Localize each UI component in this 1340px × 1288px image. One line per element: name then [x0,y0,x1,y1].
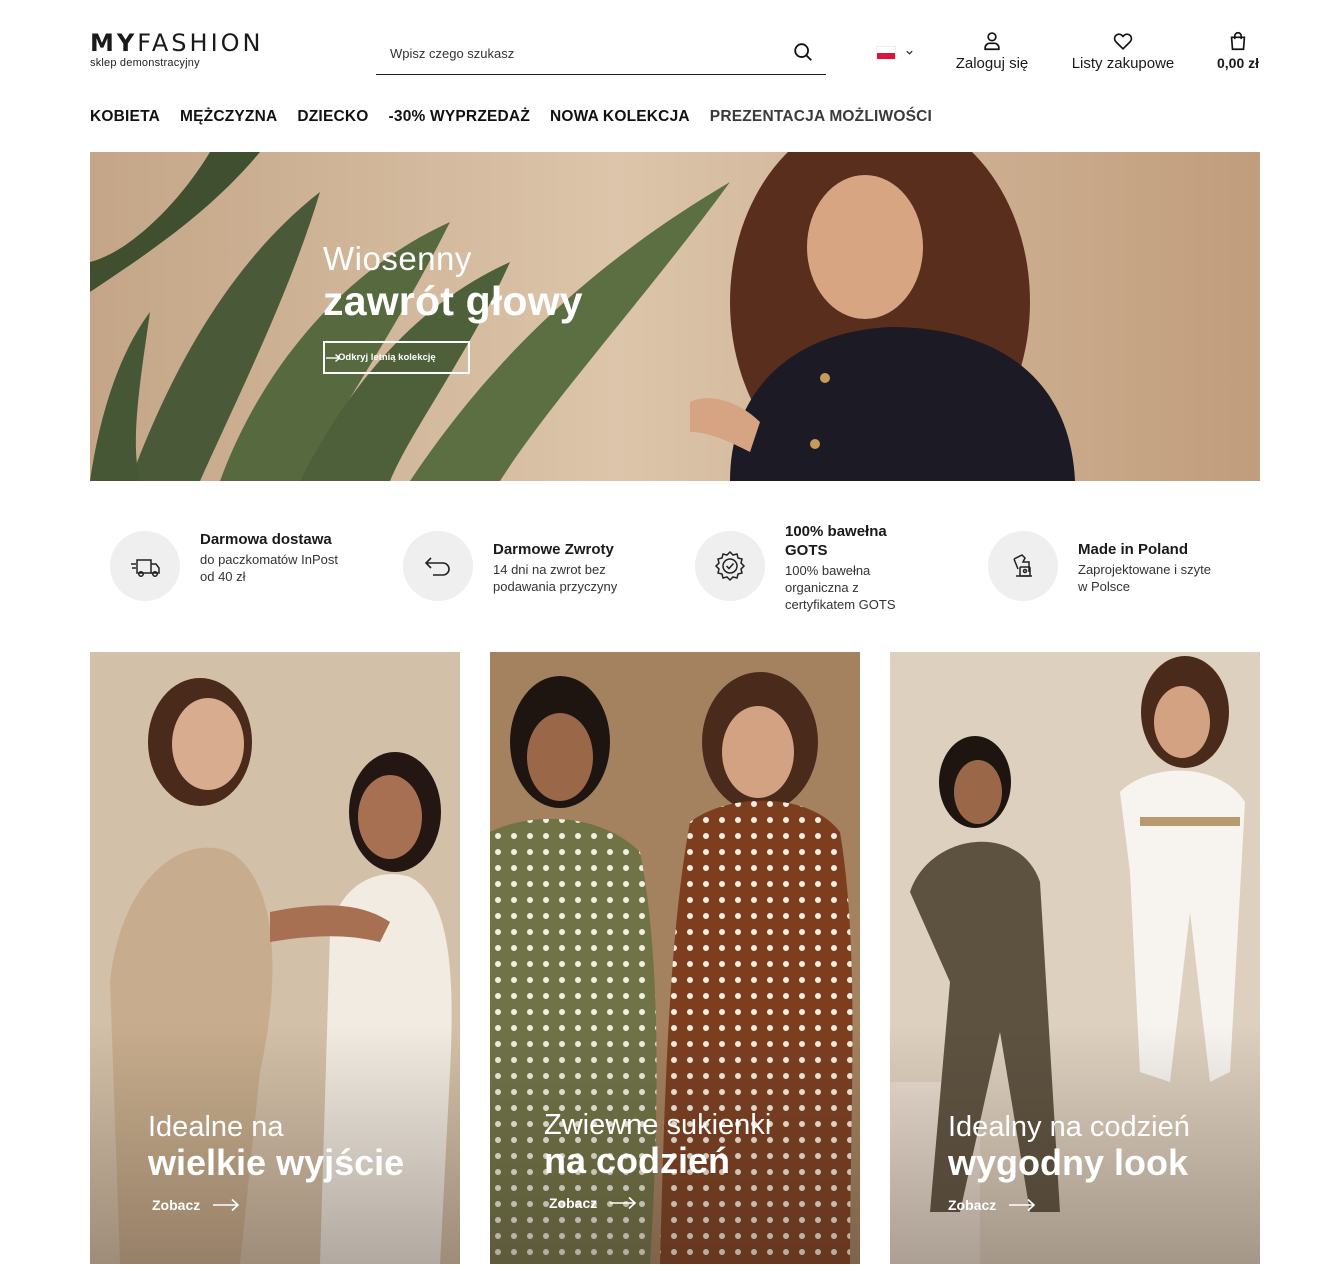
cart-link[interactable]: 0,00 zł [1212,30,1264,71]
feature-icon-circle [695,531,765,601]
hero-banner[interactable]: Wiosenny zawrót głowy Odkryj letnią kole… [90,152,1260,481]
promo-card-heading: Idealny na codzień wygodny look [948,1110,1190,1182]
feature-description: 14 dni na zwrot bez podawania przyczyny [493,562,618,594]
main-navigation: KOBIETA MĘŻCZYZNA DZIECKO -30% WYPRZEDAŻ… [90,108,952,130]
search-bar [376,34,826,75]
language-selector[interactable] [876,46,918,60]
feature-icon-circle [403,531,473,601]
features-bar: Darmowa dostawa do paczkomatów InPost od… [110,520,1260,620]
search-icon[interactable] [792,41,814,63]
discover-collection-label: Odkryj letnią kolekcję [338,352,436,363]
nav-item-features-presentation[interactable]: PREZENTACJA MOŻLIWOŚCI [710,108,932,130]
see-more-label: Zobacz [948,1197,997,1213]
promo-card-line-2: wielkie wyjście [148,1142,405,1183]
see-more-button[interactable]: Zobacz [549,1195,637,1211]
hero-line-1: Wiosenny [323,240,472,277]
see-more-label: Zobacz [549,1195,598,1211]
promo-card-evening[interactable]: Idealne na wielkie wyjście Zobacz [90,652,460,1264]
feature-title: Darmowa dostawa [200,531,332,548]
poland-flag-icon [876,46,896,59]
feature-title: Made in Poland [1078,541,1189,558]
promo-card-line-1: Idealne na [148,1111,284,1143]
promo-card-line-2: wygodny look [948,1142,1189,1183]
heart-icon [1113,33,1133,50]
feature-description: 100% bawełna organiczna z certyfikatem G… [785,563,896,612]
logo-subtitle: sklep demonstracyjny [90,57,200,69]
promo-card-line-1: Idealny na codzień [948,1111,1190,1143]
promo-card-casual[interactable]: Idealny na codzień wygodny look Zobacz [890,652,1260,1264]
return-arrow-icon [424,557,450,576]
feature-title: Darmowe Zwroty [493,541,614,558]
arrow-right-icon [610,1196,637,1210]
nav-item-sale[interactable]: -30% WYPRZEDAŻ [389,108,530,130]
shopping-lists-label: Listy zakupowe [1071,55,1175,72]
promo-card-heading: Zwiewne sukienki na codzień [544,1108,771,1180]
chevron-down-icon [906,50,913,55]
feature-title: 100% bawełna GOTS [785,523,887,559]
feature-icon-circle [988,531,1058,601]
site-header: MYFASHION sklep demonstracyjny Zaloguj s… [0,0,1340,100]
feature-icon-circle [110,531,180,601]
promo-card-heading: Idealne na wielkie wyjście [148,1110,404,1182]
see-more-label: Zobacz [152,1197,201,1213]
certificate-badge-icon [714,550,746,582]
promo-card-line-2: na codzień [544,1140,731,1181]
login-link[interactable]: Zaloguj się [950,30,1034,72]
feature-description: do paczkomatów InPost od 40 zł [200,552,339,584]
search-input[interactable] [390,40,780,66]
discover-collection-button[interactable]: Odkryj letnią kolekcję [323,341,470,374]
shopping-lists-link[interactable]: Listy zakupowe [1066,30,1180,72]
feature-description: Zaprojektowane i szyte w Polsce [1078,562,1211,594]
login-label: Zaloguj się [955,55,1029,72]
nav-item-new-collection[interactable]: NOWA KOLEKCJA [550,108,690,130]
arrow-right-icon [326,353,341,363]
promo-card-dresses[interactable]: Zwiewne sukienki na codzień Zobacz [490,652,860,1264]
arrow-right-icon [1009,1198,1036,1212]
see-more-button[interactable]: Zobacz [948,1197,1036,1213]
cart-total: 0,00 zł [1216,55,1260,71]
delivery-truck-icon [131,559,160,577]
sewing-machine-icon [1013,554,1032,577]
arrow-right-icon [213,1198,240,1212]
promo-card-line-1: Zwiewne sukienki [544,1109,772,1141]
logo-wordmark: MYFASHION [90,29,264,57]
nav-item-women[interactable]: KOBIETA [90,108,160,130]
hero-image [90,152,1260,481]
shopping-bag-icon [1230,32,1246,51]
user-icon [984,32,1000,51]
see-more-button[interactable]: Zobacz [152,1197,240,1213]
hero-heading: Wiosenny zawrót głowy [323,240,583,324]
nav-item-men[interactable]: MĘŻCZYZNA [180,108,277,130]
logo[interactable]: MYFASHION sklep demonstracyjny [90,30,290,69]
hero-line-2: zawrót głowy [323,278,583,324]
nav-item-kids[interactable]: DZIECKO [297,108,368,130]
